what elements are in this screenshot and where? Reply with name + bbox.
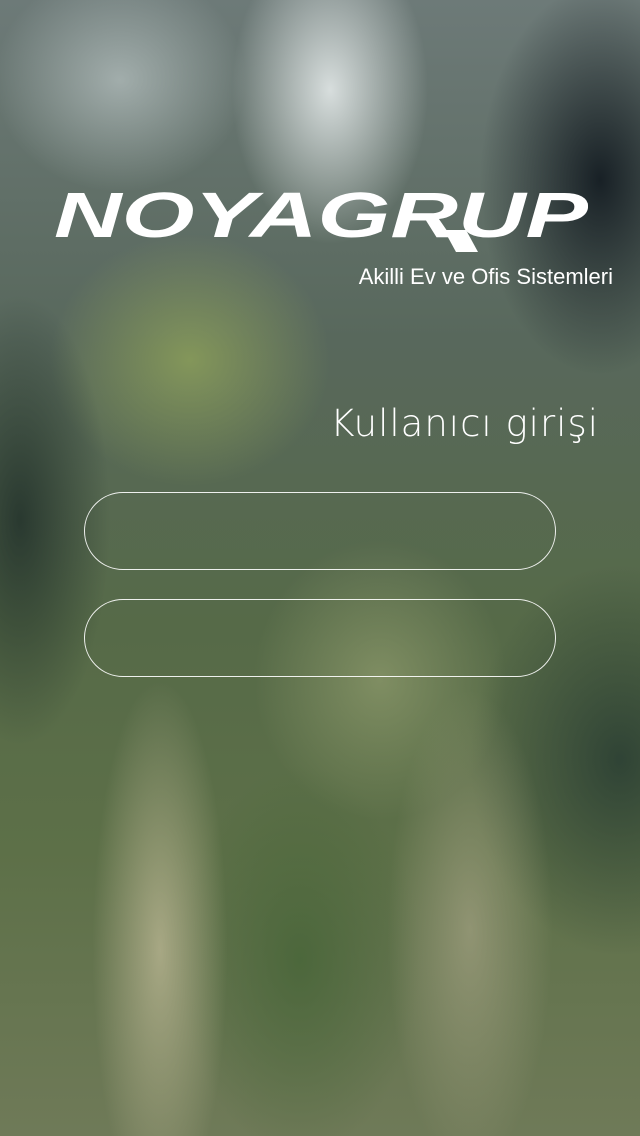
login-title: Kullanıcı girişi (330, 402, 599, 445)
username-input[interactable] (84, 492, 556, 570)
svg-text:NOYAGRUP: NOYAGRUP (54, 186, 588, 251)
password-input[interactable] (84, 599, 556, 677)
noyagrup-logo: NOYAGRUP (54, 186, 588, 256)
tagline: Akilli Ev ve Ofis Sistemleri (358, 264, 613, 289)
